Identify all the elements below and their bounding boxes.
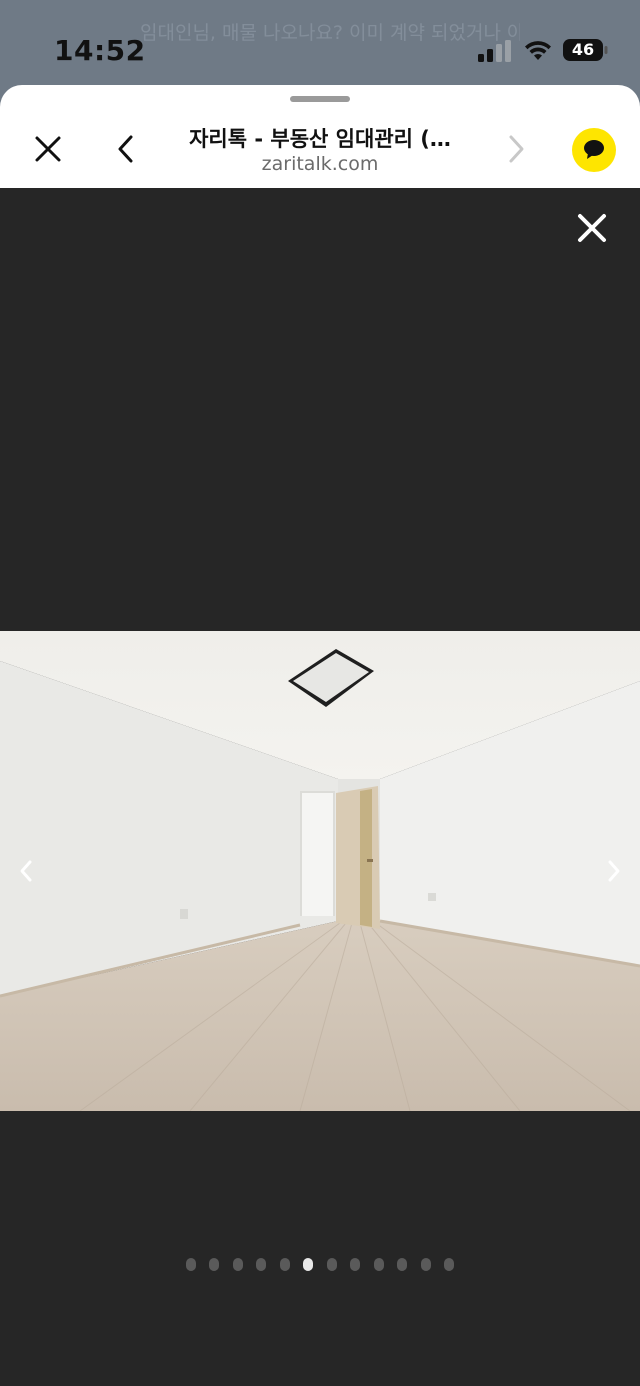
browser-sheet: 자리톡 - 부동산 임대관리 (… zaritalk.com (0, 85, 640, 1386)
sheet-grabber[interactable] (290, 96, 350, 102)
page-title: 자리톡 - 부동산 임대관리 (… (189, 127, 451, 151)
room-photo (0, 631, 640, 1111)
battery-percent: 46 (571, 40, 595, 59)
pagination-dot[interactable] (326, 1258, 337, 1271)
pagination-dot[interactable] (373, 1258, 384, 1271)
pagination-dot[interactable] (420, 1258, 431, 1271)
kakaotalk-icon (584, 140, 604, 159)
chevron-right-icon[interactable] (500, 131, 532, 167)
status-time: 14:52 (54, 34, 146, 67)
cellular-signal-icon (478, 40, 511, 62)
pagination-dot[interactable] (279, 1258, 290, 1271)
wifi-icon (525, 41, 551, 60)
pagination-dot-active[interactable] (303, 1258, 314, 1271)
image-viewer (0, 188, 640, 1386)
pagination-dot[interactable] (185, 1258, 196, 1271)
next-arrow-icon[interactable] (600, 849, 628, 893)
pagination-dots (0, 1258, 640, 1274)
kakaotalk-button[interactable] (572, 128, 616, 172)
pagination-dot[interactable] (209, 1258, 220, 1271)
close-viewer-icon[interactable] (572, 208, 612, 248)
close-icon[interactable] (30, 131, 66, 167)
prev-arrow-icon[interactable] (12, 849, 40, 893)
pagination-dot[interactable] (397, 1258, 408, 1271)
pagination-dot[interactable] (444, 1258, 455, 1271)
pagination-dot[interactable] (232, 1258, 243, 1271)
chevron-left-icon[interactable] (110, 131, 142, 167)
pagination-dot[interactable] (350, 1258, 361, 1271)
page-domain: zaritalk.com (261, 153, 379, 175)
pagination-dot[interactable] (256, 1258, 267, 1271)
background-page-text: 임대인님, 매물 나오나요? 이미 계약 되었거나 아래 버튼을 눌러 메뉴를 … (140, 22, 520, 44)
